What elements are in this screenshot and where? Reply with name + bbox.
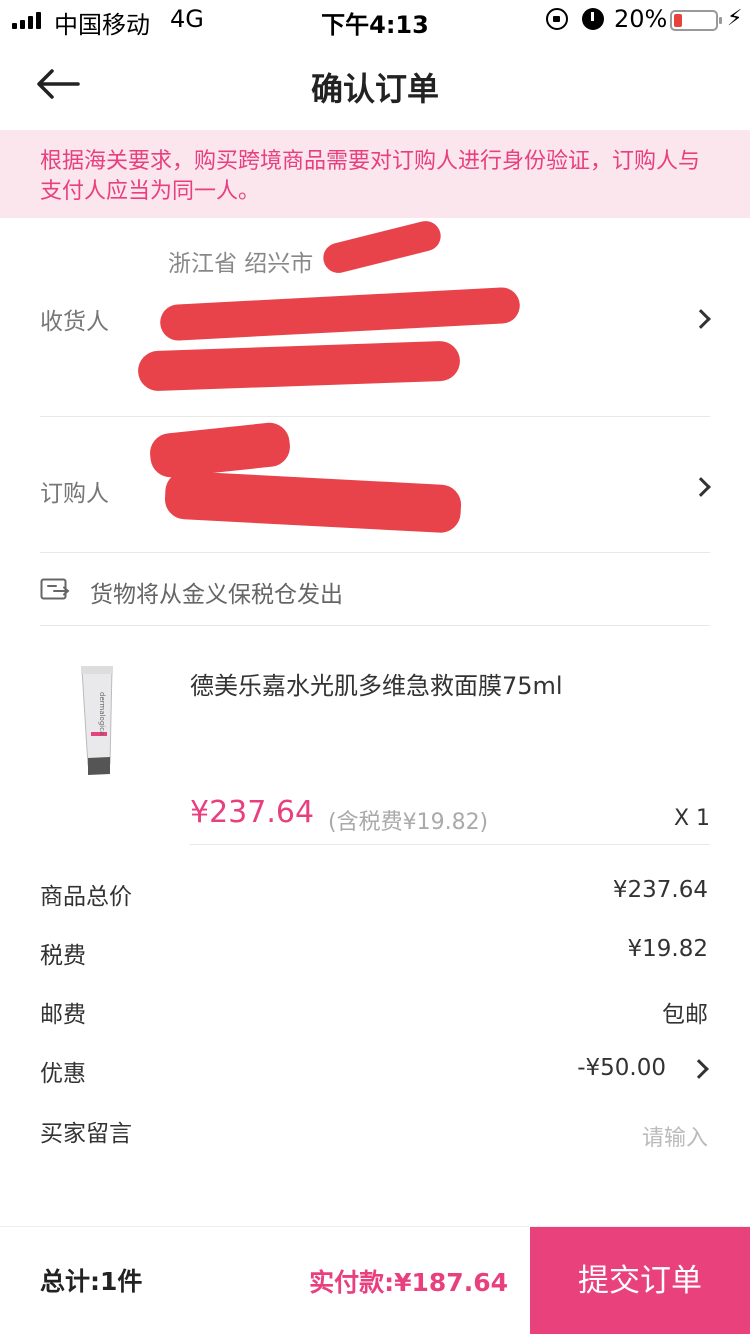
- shipping-fee-value: 包邮: [662, 1002, 708, 1028]
- divider: [40, 552, 710, 553]
- shipping-origin-text: 货物将从金义保税仓发出: [90, 582, 343, 608]
- redaction-mark: [137, 340, 461, 392]
- customs-notice: 根据海关要求，购买跨境商品需要对订购人进行身份验证，订购人与支付人应当为同一人。: [0, 130, 750, 218]
- chevron-right-icon: [689, 1059, 709, 1079]
- chevron-right-icon: [691, 309, 711, 329]
- goods-total-value: ¥237.64: [612, 877, 708, 903]
- battery-percent: 20%: [614, 5, 668, 33]
- tax-label: 税费: [40, 943, 86, 969]
- divider: [190, 844, 710, 845]
- goods-total-label: 商品总价: [40, 884, 132, 910]
- product-image[interactable]: dermalogica: [68, 662, 128, 782]
- product-tax-note: (含税费¥19.82): [328, 810, 489, 835]
- warehouse-icon: [40, 578, 70, 600]
- divider: [40, 625, 710, 626]
- total-count: 总计:1件: [40, 1267, 143, 1296]
- svg-text:dermalogica: dermalogica: [98, 692, 106, 735]
- charging-icon: ⚡: [727, 6, 743, 31]
- redaction-mark: [148, 420, 292, 480]
- submit-order-button[interactable]: 提交订单: [530, 1227, 750, 1334]
- discount-label: 优惠: [40, 1061, 86, 1087]
- receiver-label: 收货人: [40, 309, 109, 335]
- product-quantity: X 1: [673, 806, 710, 831]
- product-name[interactable]: 德美乐嘉水光肌多维急救面膜75ml: [190, 666, 563, 701]
- battery-icon: [670, 10, 722, 31]
- page-title: 确认订单: [310, 70, 439, 108]
- buyer-message-label: 买家留言: [40, 1121, 132, 1147]
- divider: [40, 416, 710, 417]
- address-region: 浙江省 绍兴市: [168, 251, 314, 277]
- buyer-label: 订购人: [40, 481, 109, 507]
- buyer-message-input[interactable]: 请输入: [642, 1120, 708, 1152]
- redaction-mark: [320, 217, 444, 277]
- shipping-fee-label: 邮费: [40, 1002, 86, 1028]
- discount-value: -¥50.00: [577, 1055, 666, 1081]
- orientation-lock-icon: [546, 8, 568, 30]
- product-price: ¥237.64: [190, 795, 315, 830]
- alarm-icon: [582, 8, 604, 30]
- nav-bar: 确认订单: [0, 40, 750, 130]
- redaction-mark: [159, 286, 521, 342]
- checkout-bar: 总计:1件 实付款:¥187.64 提交订单: [0, 1226, 750, 1334]
- chevron-right-icon: [691, 477, 711, 497]
- tax-value: ¥19.82: [627, 936, 708, 962]
- redaction-mark: [163, 470, 463, 534]
- pay-amount: 实付款:¥187.64: [309, 1268, 508, 1297]
- status-bar: 中国移动 4G 下午4:13 20% ⚡: [0, 0, 750, 40]
